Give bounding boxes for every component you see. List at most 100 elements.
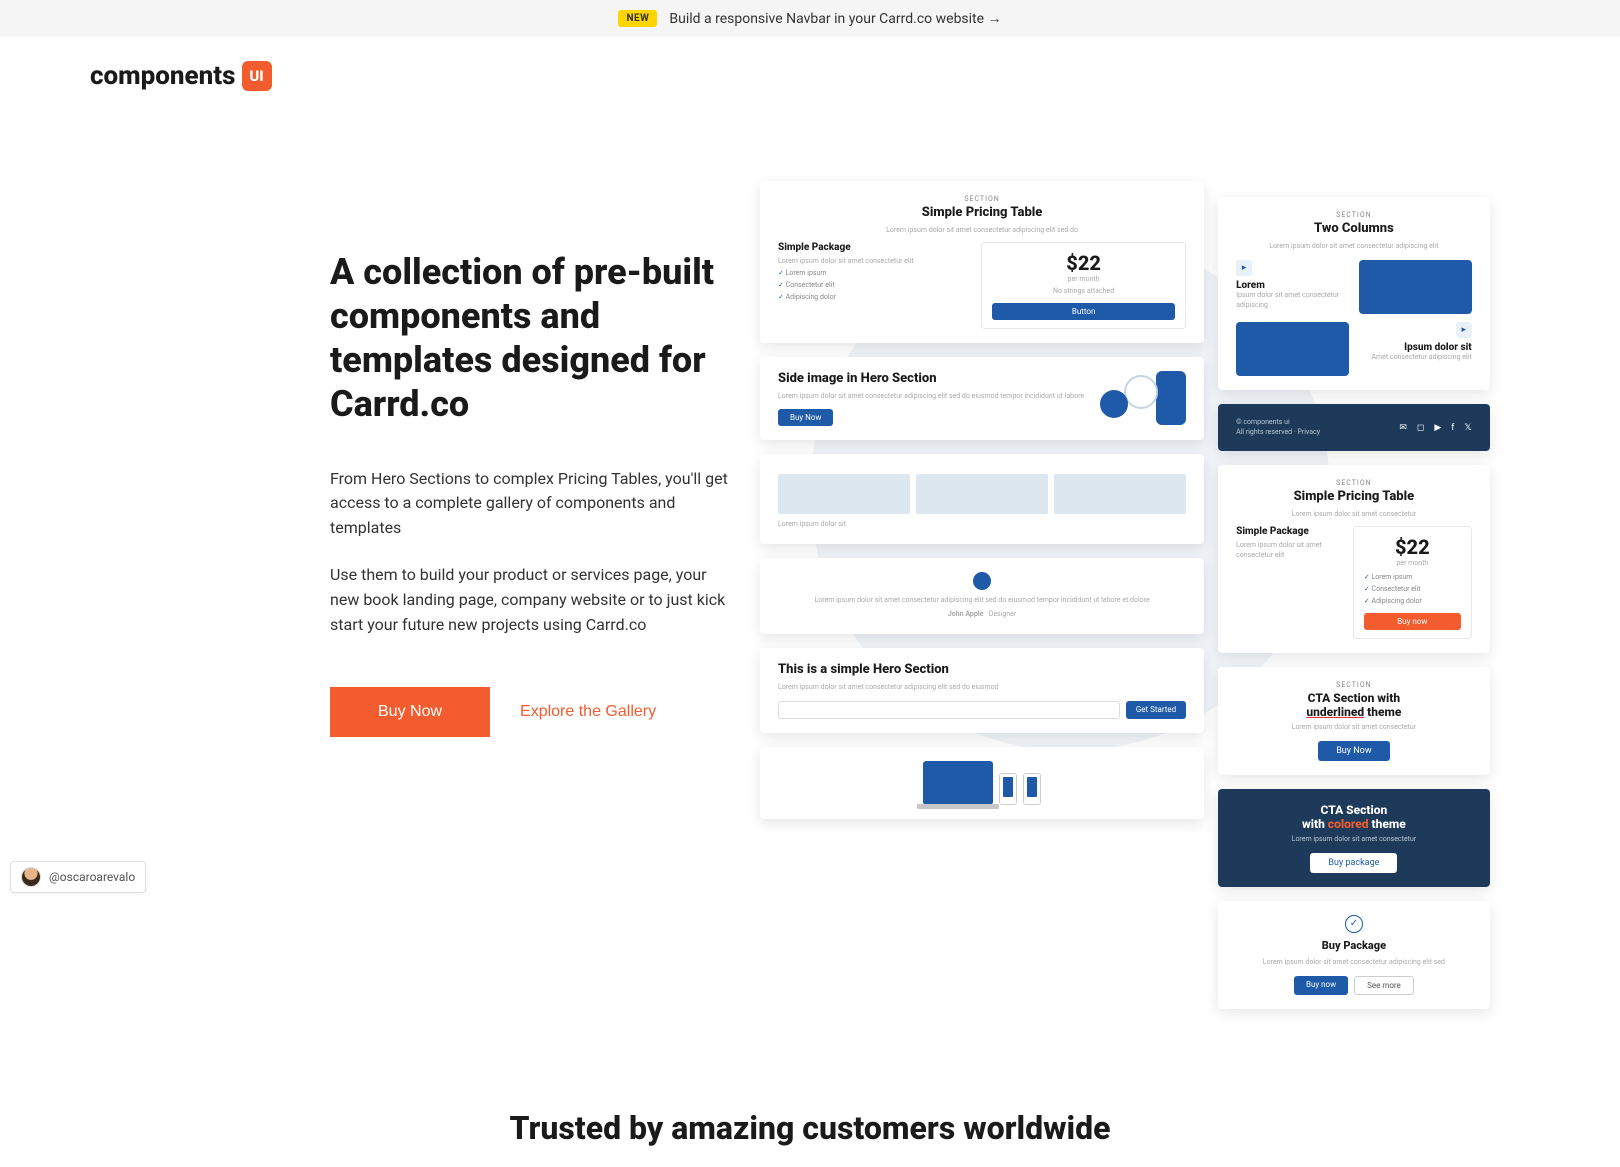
card-subtext: Lorem ipsum dolor sit amet consectetur a…: [778, 683, 1186, 693]
price-box: $22 per month Lorem ipsum Consectetur el…: [1353, 526, 1472, 639]
logo-text: components: [90, 61, 236, 91]
avatar-icon: [21, 867, 41, 887]
card-footer-dark: © components ui All rights reserved · Pr…: [1218, 404, 1490, 452]
phone-icon: [999, 773, 1017, 805]
feature-item: Adipiscing dolor: [778, 291, 961, 303]
price-value: $22: [992, 251, 1175, 275]
feature-item: Consectetur elit: [1364, 583, 1461, 595]
card-subtext: Lorem ipsum dolor sit amet consectetur a…: [1236, 958, 1472, 968]
button-row: Buy now See more: [1236, 976, 1472, 995]
feature-icon: ▸: [1236, 260, 1252, 276]
card-side-image-hero: Side image in Hero Section Lorem ipsum d…: [760, 357, 1204, 441]
twitter-icon: 𝕏: [1464, 423, 1471, 433]
youtube-icon: ▶: [1434, 423, 1441, 433]
package-desc: Lorem ipsum dolor sit amet consectetur e…: [1236, 541, 1333, 561]
explore-gallery-link[interactable]: Explore the Gallery: [520, 703, 656, 721]
profile-name: John Apple · Designer: [778, 610, 1186, 620]
card-pricing-table: SECTION Simple Pricing Table Lorem ipsum…: [760, 181, 1204, 343]
mail-icon: ✉: [1399, 423, 1407, 433]
cta-title: CTA Section with underlined theme: [1236, 691, 1472, 719]
feature-list: Lorem ipsum Consectetur elit Adipiscing …: [1364, 571, 1461, 607]
header: components UI: [0, 37, 1620, 91]
feature-icon: ▸: [1456, 322, 1472, 338]
avatar-icon: [973, 572, 991, 590]
card-buy-package: ✓ Buy Package Lorem ipsum dolor sit amet…: [1218, 901, 1490, 1009]
caption: Lorem ipsum dolor sit: [778, 520, 1186, 530]
buy-now-button[interactable]: Buy Now: [330, 687, 490, 737]
card-cta-underlined: SECTION CTA Section with underlined them…: [1218, 667, 1490, 775]
card-cta-colored: CTA Section with colored theme Lorem ips…: [1218, 789, 1490, 887]
card-title: Two Columns: [1236, 221, 1472, 236]
device-icon: [1236, 322, 1349, 376]
announcement-link[interactable]: Build a responsive Navbar in your Carrd.…: [669, 10, 1001, 27]
card-title: Simple Pricing Table: [778, 205, 1186, 220]
phone-icon: [1156, 371, 1186, 425]
feature-list: Lorem ipsum Consectetur elit Adipiscing …: [778, 267, 961, 303]
col-title: Lorem: [1236, 280, 1349, 291]
price-button: Buy now: [1364, 613, 1461, 630]
copyright: © components ui: [1236, 418, 1320, 428]
logo[interactable]: components UI: [90, 61, 272, 91]
card-profile: Lorem ipsum dolor sit amet consectetur a…: [760, 558, 1204, 634]
hero-paragraph-1: From Hero Sections to complex Pricing Ta…: [330, 467, 730, 541]
hero-paragraph-2: Use them to build your product or servic…: [330, 563, 730, 637]
device-icon: [1359, 260, 1472, 314]
submit-button: Get Started: [1126, 701, 1186, 719]
hero-illustration: [1096, 371, 1186, 427]
attribution-badge[interactable]: @oscaroarevalo: [10, 861, 146, 893]
two-col-row: ▸ Lorem Ipsum dolor sit amet consectetur…: [1236, 260, 1472, 314]
laptop-icon: [923, 761, 993, 805]
social-icons: ✉ ◻ ▶ f 𝕏: [1399, 423, 1471, 433]
circle-icon: [1100, 390, 1128, 418]
logo-icon: UI: [242, 61, 272, 91]
instagram-icon: ◻: [1417, 423, 1424, 433]
hero-section: A collection of pre-built components and…: [0, 91, 1620, 1049]
card-simple-hero: This is a simple Hero Section Lorem ipsu…: [760, 648, 1204, 733]
new-badge: NEW: [618, 10, 657, 27]
section-label: SECTION: [1236, 681, 1472, 689]
trusted-section: Trusted by amazing customers worldwide: [0, 1049, 1620, 1167]
card-pricing-table-2: SECTION Simple Pricing Table Lorem ipsum…: [1218, 465, 1490, 653]
pricing-row: Simple Package Lorem ipsum dolor sit ame…: [778, 242, 1186, 329]
card-title: Simple Pricing Table: [1236, 489, 1472, 504]
card-devices: [760, 747, 1204, 819]
attribution-handle: @oscaroarevalo: [49, 870, 135, 884]
card-two-columns: SECTION Two Columns Lorem ipsum dolor si…: [1218, 197, 1490, 390]
img-placeholder: [916, 474, 1048, 514]
card-image-grid: Lorem ipsum dolor sit: [760, 454, 1204, 544]
cta-subtext: Lorem ipsum dolor sit amet consectetur: [1236, 835, 1472, 845]
two-col-row: ▸ Ipsum dolor sit Amet consectetur adipi…: [1236, 322, 1472, 376]
input-placeholder: [778, 701, 1120, 719]
card-title: Side image in Hero Section: [778, 371, 1084, 386]
img-placeholder: [1054, 474, 1186, 514]
mini-button: Buy Now: [778, 409, 833, 426]
trusted-title: Trusted by amazing customers worldwide: [0, 1109, 1620, 1147]
card-title: This is a simple Hero Section: [778, 662, 1186, 677]
pricing-row: Simple Package Lorem ipsum dolor sit ame…: [1236, 526, 1472, 639]
card-subtext: Lorem ipsum dolor sit amet consectetur a…: [778, 226, 1186, 236]
feature-item: Adipiscing dolor: [1364, 595, 1461, 607]
section-label: SECTION: [778, 195, 1186, 203]
feature-item: Consectetur elit: [778, 279, 961, 291]
check-icon: ✓: [1345, 915, 1363, 933]
price-button: Button: [992, 303, 1175, 320]
feature-item: Lorem ipsum: [1364, 571, 1461, 583]
price-period: per month: [992, 275, 1175, 283]
input-row: Get Started: [778, 701, 1186, 719]
hero-buttons: Buy Now Explore the Gallery: [330, 687, 730, 737]
feature-item: Lorem ipsum: [778, 267, 961, 279]
section-label: SECTION: [1236, 479, 1472, 487]
preview-col-left: SECTION Simple Pricing Table Lorem ipsum…: [760, 181, 1204, 1009]
package-name: Simple Package: [778, 242, 961, 253]
devices-illustration: [778, 761, 1186, 805]
cta-title: CTA Section with colored theme: [1236, 803, 1472, 831]
card-title: Buy Package: [1236, 939, 1472, 952]
package-name: Simple Package: [1236, 526, 1333, 537]
hero-title: A collection of pre-built components and…: [330, 251, 730, 427]
cta-subtext: Lorem ipsum dolor sit amet consectetur: [1236, 723, 1472, 733]
price-box: $22 per month No strings attached Button: [981, 242, 1186, 329]
card-subtext: Lorem ipsum dolor sit amet consectetur a…: [778, 392, 1084, 402]
price-value: $22: [1364, 535, 1461, 559]
col-title: Ipsum dolor sit: [1359, 342, 1472, 353]
preview-col-right: SECTION Two Columns Lorem ipsum dolor si…: [1218, 197, 1490, 1009]
